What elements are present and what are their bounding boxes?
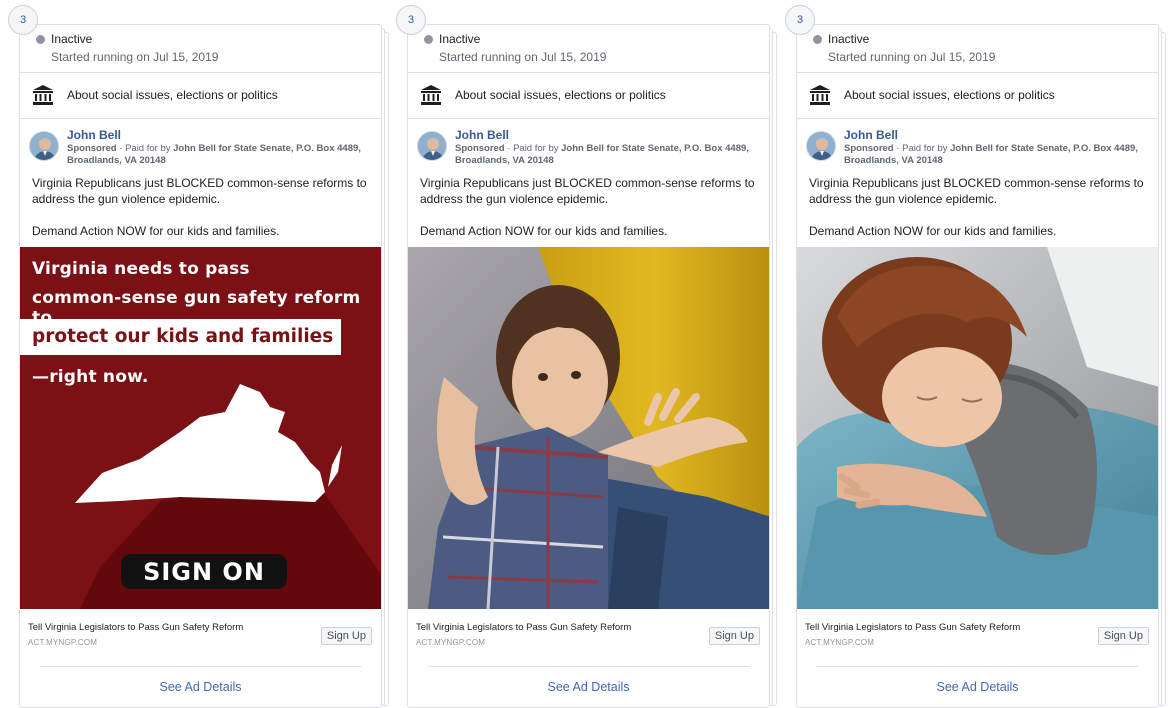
- sponsored-label: Sponsored: [844, 143, 894, 154]
- status-label: Inactive: [828, 32, 870, 46]
- category-label: About social issues, elections or politi…: [455, 88, 666, 102]
- see-ad-details-link[interactable]: See Ad Details: [20, 680, 381, 694]
- ad-body-line: Demand Action NOW for our kids and famil…: [420, 224, 668, 238]
- status-label: Inactive: [439, 32, 481, 46]
- ad-category: About social issues, elections or politi…: [20, 73, 381, 119]
- link-preview[interactable]: Tell Virginia Legislators to Pass Gun Sa…: [797, 609, 1158, 657]
- poster-sign-on-badge: SIGN ON: [121, 554, 287, 589]
- poster-creative: Virginia needs to pass common-sense gun …: [20, 247, 381, 609]
- ad-status: Inactive Started running on Jul 15, 2019: [797, 25, 1158, 73]
- link-domain: ACT.MYNGP.COM: [805, 638, 875, 647]
- ad-category: About social issues, elections or politi…: [797, 73, 1158, 119]
- government-building-icon: [810, 85, 830, 105]
- advertiser-name[interactable]: John Bell: [67, 128, 121, 142]
- link-domain: ACT.MYNGP.COM: [28, 638, 98, 647]
- link-title[interactable]: Tell Virginia Legislators to Pass Gun Sa…: [805, 622, 1020, 633]
- ad-card-stack-2: Inactive Started running on Jul 15, 2019…: [396, 5, 777, 708]
- divider: [40, 666, 361, 667]
- sponsored-label: Sponsored: [67, 143, 117, 154]
- ad-card-stack-1: Inactive Started running on Jul 15, 2019…: [8, 5, 389, 708]
- version-count-badge[interactable]: 3: [8, 5, 38, 35]
- government-building-icon: [33, 85, 53, 105]
- version-count-badge[interactable]: 3: [396, 5, 426, 35]
- ad-card-stack-3: Inactive Started running on Jul 15, 2019…: [785, 5, 1166, 708]
- start-date: Started running on Jul 15, 2019: [439, 50, 607, 64]
- link-preview[interactable]: Tell Virginia Legislators to Pass Gun Sa…: [20, 609, 381, 657]
- divider: [428, 666, 749, 667]
- see-ad-details-link[interactable]: See Ad Details: [408, 680, 769, 694]
- paid-for-prefix: Paid for by: [513, 143, 559, 154]
- photo-child-hugging-adult: [408, 247, 769, 609]
- ad-status: Inactive Started running on Jul 15, 2019: [408, 25, 769, 73]
- ad-body-line: Demand Action NOW for our kids and famil…: [809, 224, 1057, 238]
- link-domain: ACT.MYNGP.COM: [416, 638, 486, 647]
- ad-body-line: Virginia Republicans just BLOCKED common…: [809, 176, 1144, 206]
- advertiser-name[interactable]: John Bell: [455, 128, 509, 142]
- advertiser-avatar[interactable]: [806, 131, 836, 161]
- status-label: Inactive: [51, 32, 93, 46]
- photo-child-hugging-adult: [797, 247, 1158, 609]
- ad-creative-image[interactable]: [408, 247, 769, 609]
- status-dot-icon: [424, 35, 433, 44]
- ad-status: Inactive Started running on Jul 15, 2019: [20, 25, 381, 73]
- sign-up-button[interactable]: Sign Up: [708, 627, 760, 645]
- link-title[interactable]: Tell Virginia Legislators to Pass Gun Sa…: [28, 622, 243, 633]
- sponsored-label: Sponsored: [455, 143, 505, 154]
- ad-category: About social issues, elections or politi…: [408, 73, 769, 119]
- advertiser-avatar[interactable]: [29, 131, 59, 161]
- ad-body: Virginia Republicans just BLOCKED common…: [32, 175, 374, 239]
- advertiser-name[interactable]: John Bell: [844, 128, 898, 142]
- paid-for-prefix: Paid for by: [902, 143, 948, 154]
- ad-creative-image[interactable]: [797, 247, 1158, 609]
- status-dot-icon: [813, 35, 822, 44]
- ad-creative-image[interactable]: Virginia needs to pass common-sense gun …: [20, 247, 381, 609]
- advertiser-avatar[interactable]: [417, 131, 447, 161]
- see-ad-details-link[interactable]: See Ad Details: [797, 680, 1158, 694]
- divider: [817, 666, 1138, 667]
- ad-card: Inactive Started running on Jul 15, 2019…: [19, 24, 382, 708]
- category-label: About social issues, elections or politi…: [844, 88, 1055, 102]
- sign-up-button[interactable]: Sign Up: [320, 627, 372, 645]
- sponsored-disclaimer: Sponsored · Paid for by John Bell for St…: [844, 143, 1138, 166]
- paid-for-prefix: Paid for by: [125, 143, 171, 154]
- sign-up-button[interactable]: Sign Up: [1097, 627, 1149, 645]
- ad-body: Virginia Republicans just BLOCKED common…: [420, 175, 762, 239]
- sponsored-disclaimer: Sponsored · Paid for by John Bell for St…: [67, 143, 361, 166]
- category-label: About social issues, elections or politi…: [67, 88, 278, 102]
- link-title[interactable]: Tell Virginia Legislators to Pass Gun Sa…: [416, 622, 631, 633]
- ad-body-line: Demand Action NOW for our kids and famil…: [32, 224, 280, 238]
- link-preview[interactable]: Tell Virginia Legislators to Pass Gun Sa…: [408, 609, 769, 657]
- sponsored-disclaimer: Sponsored · Paid for by John Bell for St…: [455, 143, 749, 166]
- government-building-icon: [421, 85, 441, 105]
- ad-body-line: Virginia Republicans just BLOCKED common…: [32, 176, 367, 206]
- start-date: Started running on Jul 15, 2019: [51, 50, 219, 64]
- ad-body: Virginia Republicans just BLOCKED common…: [809, 175, 1151, 239]
- ad-card: Inactive Started running on Jul 15, 2019…: [796, 24, 1159, 708]
- status-dot-icon: [36, 35, 45, 44]
- ad-card: Inactive Started running on Jul 15, 2019…: [407, 24, 770, 708]
- start-date: Started running on Jul 15, 2019: [828, 50, 996, 64]
- version-count-badge[interactable]: 3: [785, 5, 815, 35]
- ad-body-line: Virginia Republicans just BLOCKED common…: [420, 176, 755, 206]
